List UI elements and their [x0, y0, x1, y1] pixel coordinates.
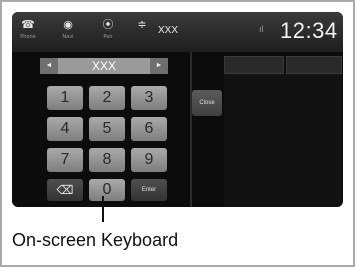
- signal-icon: ≑: [137, 19, 147, 31]
- key-4[interactable]: 4: [47, 117, 83, 141]
- clock: 12:34: [280, 18, 338, 43]
- key-6[interactable]: 6: [131, 117, 167, 141]
- dial-entry-field[interactable]: ◄ XXX ►: [40, 58, 168, 74]
- panel-divider: [190, 52, 192, 207]
- status-bar: ☎ Phone ◉ Navi ⦿ Pair ≑ XXX ıl 12:34: [12, 12, 343, 52]
- key-0[interactable]: 0: [89, 179, 125, 201]
- navi-icon[interactable]: ◉ Navi: [56, 17, 80, 45]
- right-tabs: [224, 56, 342, 74]
- key-3[interactable]: 3: [131, 86, 167, 110]
- status-indicator: ıl: [259, 24, 264, 34]
- key-5[interactable]: 5: [89, 117, 125, 141]
- left-arrow-icon[interactable]: ◄: [40, 58, 58, 74]
- caller-name: XXX: [158, 25, 179, 36]
- key-8[interactable]: 8: [89, 148, 125, 172]
- backspace-icon: ⌫: [56, 183, 74, 197]
- dial-entry-value: XXX: [91, 59, 116, 73]
- caption-label: On-screen Keyboard: [12, 230, 179, 250]
- hands-free-icon[interactable]: ⦿ Pair: [96, 17, 120, 45]
- right-panel: [224, 74, 342, 207]
- key-1[interactable]: 1: [47, 86, 83, 110]
- backspace-button[interactable]: ⌫: [47, 179, 83, 201]
- key-7[interactable]: 7: [47, 148, 83, 172]
- callout-line: [102, 196, 104, 222]
- enter-button[interactable]: Enter: [131, 179, 167, 201]
- key-9[interactable]: 9: [131, 148, 167, 172]
- key-2[interactable]: 2: [89, 86, 125, 110]
- figure-frame: ☎ Phone ◉ Navi ⦿ Pair ≑ XXX ıl 12:34 Clo…: [0, 0, 355, 267]
- close-button[interactable]: Close: [192, 90, 222, 116]
- tab-left[interactable]: [224, 56, 284, 74]
- display-screen: ☎ Phone ◉ Navi ⦿ Pair ≑ XXX ıl 12:34 Clo…: [12, 12, 343, 207]
- phone-icon[interactable]: ☎ Phone: [16, 17, 40, 45]
- right-arrow-icon[interactable]: ►: [150, 58, 168, 74]
- tab-right[interactable]: [286, 56, 342, 74]
